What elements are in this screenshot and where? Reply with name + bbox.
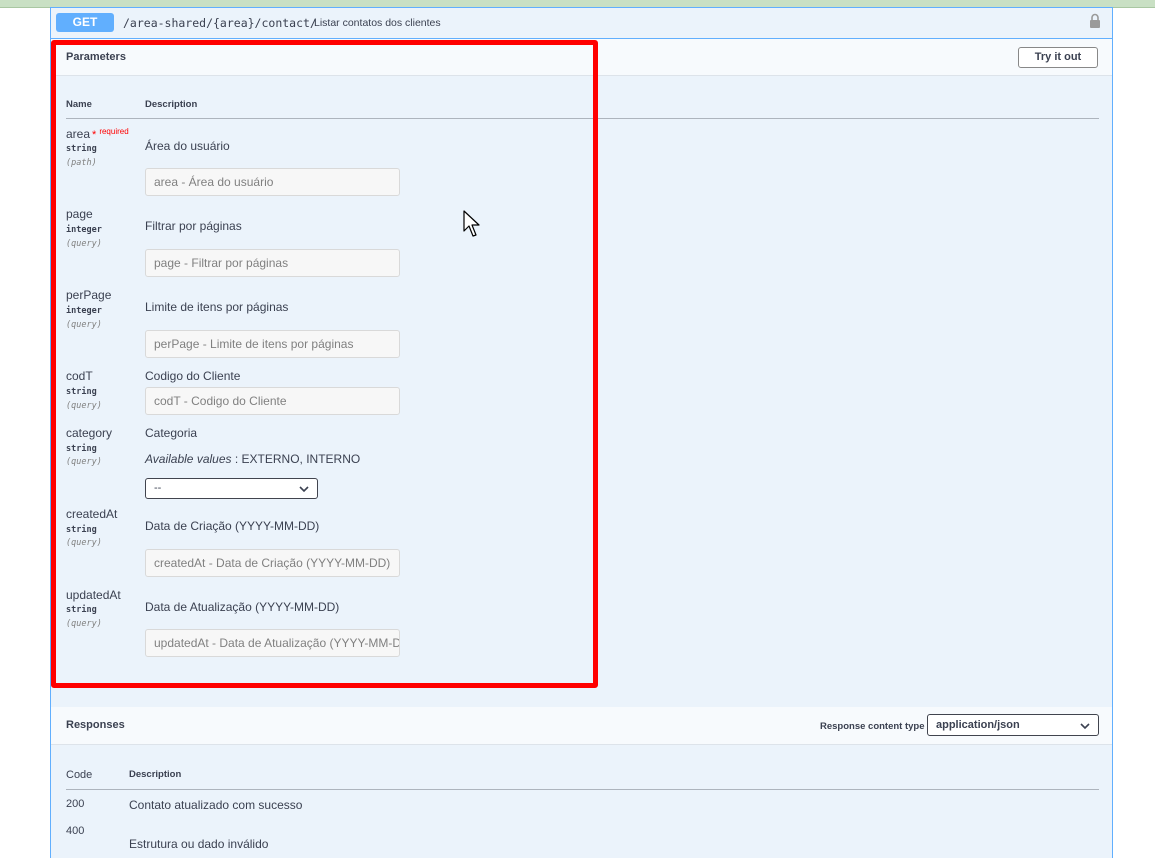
endpoint-path: /area-shared/{area}/contact/: [123, 16, 317, 30]
response-content-type-select[interactable]: application/json: [927, 714, 1099, 736]
response-code: 200: [66, 798, 85, 810]
operation-summary[interactable]: GET /area-shared/{area}/contact/ Listar …: [51, 8, 1112, 39]
response-content-type-label: Response content type: [820, 721, 925, 732]
endpoint-summary: Listar contatos dos clientes: [314, 17, 441, 29]
responses-title: Responses: [66, 719, 125, 731]
response-description: Contato atualizado com sucesso: [129, 798, 303, 812]
highlight-box: [51, 40, 598, 688]
lock-icon[interactable]: [1089, 13, 1101, 29]
response-description: Estrutura ou dado inválido: [129, 837, 269, 851]
response-code: 400: [66, 825, 85, 837]
try-it-out-button[interactable]: Try it out: [1018, 47, 1098, 68]
chevron-down-icon: [1080, 723, 1090, 730]
col-response-description-header: Description: [129, 769, 182, 780]
method-badge: GET: [56, 13, 114, 32]
mouse-cursor-icon: [463, 210, 480, 237]
col-code-header: Code: [66, 769, 93, 781]
divider: [66, 789, 1099, 790]
